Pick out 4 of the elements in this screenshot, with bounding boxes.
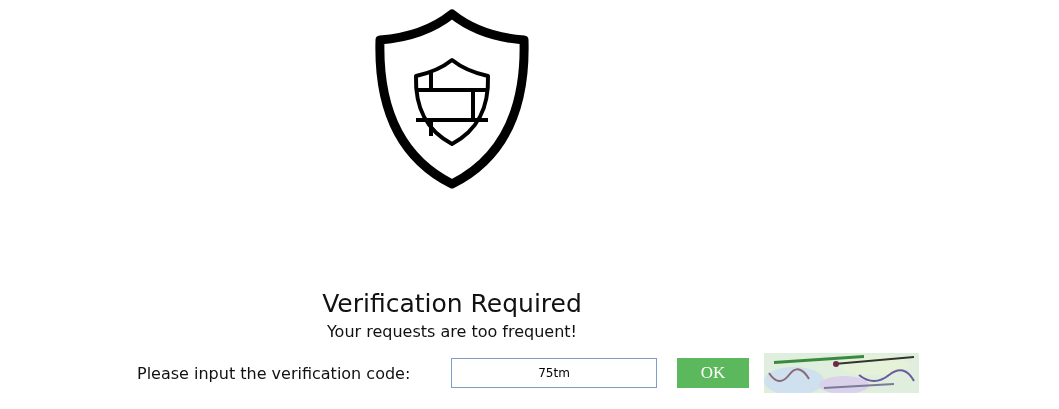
input-field[interactable]: 75tm (451, 358, 657, 388)
field-label: Please input the verification code: (137, 363, 412, 383)
message-text: Your requests are too frequent! (326, 322, 578, 342)
page-heading: Verification Required (322, 288, 582, 320)
